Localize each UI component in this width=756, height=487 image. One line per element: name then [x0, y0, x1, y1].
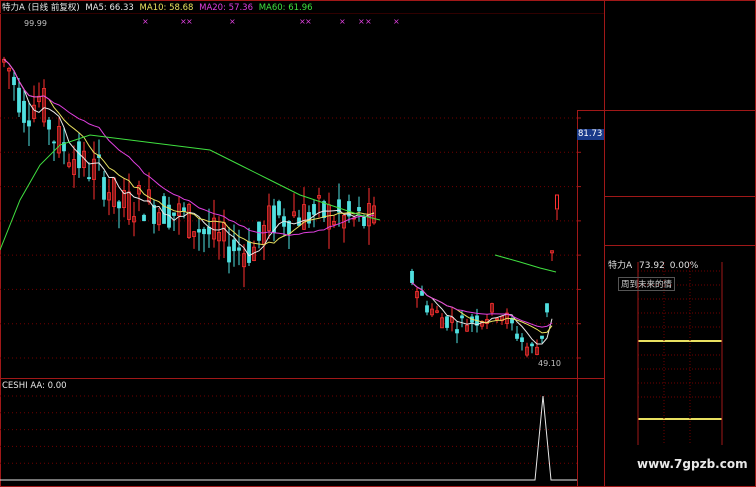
signal-marker: ×: [365, 17, 372, 26]
low-annotation: 49.10: [538, 359, 561, 368]
signal-marker: ×: [358, 17, 365, 26]
candle-body: [22, 100, 26, 123]
mini-chart-panel: 特力A 73.92 0.00% 周到未来的情: [604, 257, 756, 487]
ma60-label: MA60: 61.96: [258, 3, 313, 13]
candle-body: [460, 315, 464, 319]
candle-body: [162, 196, 166, 224]
candle-body: [545, 303, 549, 313]
candle-body: [117, 201, 121, 209]
indicator-line: [0, 395, 577, 481]
main-chart-header: 特力A (日线 前复权) MA5: 66.33 MA10: 58.68 MA20:…: [2, 1, 316, 13]
signal-marker: ×: [142, 17, 149, 26]
candle-body: [182, 207, 186, 212]
ma5-label: MA5: 66.33: [85, 3, 134, 13]
stock-title: 特力A: [2, 3, 25, 13]
mini-change: 0.00%: [669, 261, 699, 271]
chart-mode: (日线 前复权): [27, 3, 80, 13]
candle-body: [87, 177, 91, 180]
candle-body: [102, 177, 106, 200]
candle-body: [555, 194, 559, 210]
current-price-tag: 81.73: [577, 129, 604, 140]
ma20-label: MA20: 57.36: [199, 3, 253, 13]
ma10-label: MA10: 58.68: [139, 3, 194, 13]
ma60-line: [494, 254, 557, 273]
candle-body: [257, 221, 261, 241]
candle-body: [172, 212, 176, 216]
candle-body: [27, 120, 31, 127]
candle-body: [312, 204, 316, 215]
candle-body: [12, 76, 16, 86]
mini-title: 特力A 73.92 0.00%: [608, 258, 698, 271]
signal-marker: ×: [305, 17, 312, 26]
signal-marker: ×: [339, 17, 346, 26]
mini-price: 73.92: [639, 261, 665, 271]
candle-body: [247, 241, 251, 263]
candle-body: [520, 337, 524, 342]
candle-body: [227, 246, 231, 263]
quote-panel: [604, 112, 754, 127]
candle-body: [47, 119, 51, 130]
candle-body: [322, 201, 326, 219]
signal-marker: ×: [393, 17, 400, 26]
indicator-value: AA: 0.00: [30, 381, 67, 391]
candle-body: [232, 239, 236, 252]
candle-body: [445, 316, 449, 328]
candle-body: [515, 333, 519, 339]
signal-marker: ×: [229, 17, 236, 26]
candle-body: [197, 229, 201, 233]
high-annotation: 99.99: [24, 19, 47, 28]
candle-body: [357, 207, 361, 212]
indicator-name: CESHI: [2, 381, 28, 391]
indicator-header: CESHI AA: 0.00: [2, 381, 67, 391]
candle-body: [17, 87, 21, 113]
candle-body: [425, 305, 429, 313]
ma5-line: [411, 282, 553, 345]
candle-body: [410, 270, 414, 283]
candle-body: [52, 141, 56, 144]
candle-body: [277, 201, 281, 216]
candle-body: [307, 212, 311, 224]
candle-body: [152, 204, 156, 224]
candle-body: [540, 335, 544, 339]
candle-body: [420, 290, 424, 296]
candle-body: [530, 343, 534, 347]
signal-marker: ×: [186, 17, 193, 26]
watermark: www.7gpzb.com: [637, 457, 748, 471]
mini-notice: 周到未来的情: [618, 277, 676, 291]
candle-body: [202, 228, 206, 235]
candle-body: [237, 247, 241, 251]
mini-stock-name: 特力A: [608, 261, 633, 271]
candle-body: [455, 329, 459, 334]
candle-body: [142, 214, 146, 222]
